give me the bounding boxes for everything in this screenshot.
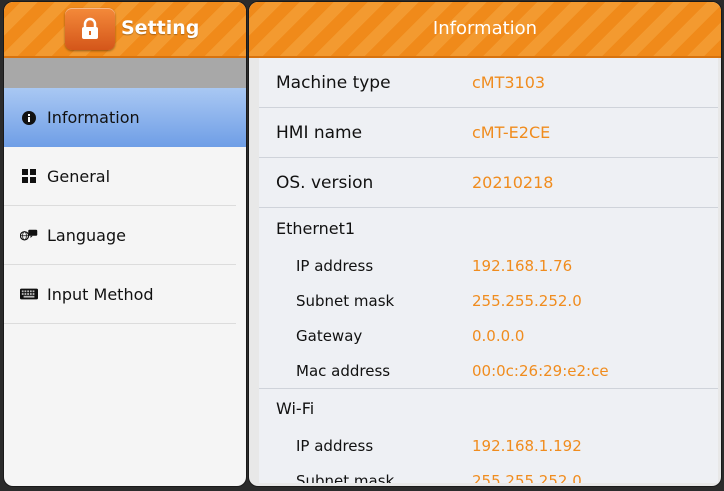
lock-button[interactable]: [65, 8, 115, 50]
info-row-hmi-name: HMI name cMT-E2CE: [259, 108, 718, 158]
sidebar-divider-strip: [4, 58, 246, 88]
sidebar-header: Setting: [4, 2, 246, 58]
info-value: 00:0c:26:29:e2:ce: [472, 361, 609, 380]
info-row-ethernet-gateway: Gateway 0.0.0.0: [259, 318, 718, 353]
info-label: IP address: [296, 436, 374, 455]
settings-sidebar: Setting Information General Language Inp…: [4, 2, 246, 486]
info-value: cMT3103: [472, 73, 546, 92]
info-value: 0.0.0.0: [472, 326, 525, 345]
info-value: cMT-E2CE: [472, 123, 551, 142]
info-row-os-version: OS. version 20210218: [259, 158, 718, 208]
info-value: 192.168.1.76: [472, 256, 573, 275]
sidebar-item-general[interactable]: General: [4, 147, 236, 206]
section-heading: Wi-Fi: [276, 399, 315, 418]
info-row-ethernet-ip: IP address 192.168.1.76: [259, 248, 718, 283]
info-icon: [20, 109, 38, 127]
info-label: Mac address: [296, 361, 391, 380]
globe-chat-icon: [20, 226, 38, 244]
information-list[interactable]: Machine type cMT3103 HMI name cMT-E2CE O…: [259, 58, 718, 483]
info-label: Machine type: [276, 72, 391, 93]
section-heading-wifi: Wi-Fi: [259, 388, 718, 428]
info-value: 20210218: [472, 173, 554, 192]
info-label: OS. version: [276, 172, 374, 193]
info-row-wifi-ip: IP address 192.168.1.192: [259, 428, 718, 463]
lock-icon: [82, 17, 98, 39]
info-label: Gateway: [296, 326, 363, 345]
section-heading-ethernet1: Ethernet1: [259, 208, 718, 248]
info-row-machine-type: Machine type cMT3103: [259, 58, 718, 108]
info-label: Subnet mask: [296, 291, 395, 310]
info-row-ethernet-mac: Mac address 00:0c:26:29:e2:ce: [259, 353, 718, 388]
sidebar-item-information[interactable]: Information: [4, 88, 246, 147]
sidebar-item-label: Input Method: [47, 284, 154, 304]
grid-icon: [20, 167, 38, 185]
sidebar-item-label: Language: [47, 225, 126, 245]
info-value: 255.255.252.0: [472, 471, 582, 484]
info-label: Subnet mask: [296, 471, 395, 484]
info-row-wifi-subnet: Subnet mask 255.255.252.0: [259, 463, 718, 484]
info-value: 255.255.252.0: [472, 291, 582, 310]
sidebar-item-label: Information: [47, 108, 140, 127]
information-header: Information: [249, 2, 721, 58]
info-label: IP address: [296, 256, 374, 275]
section-heading: Ethernet1: [276, 218, 356, 238]
info-row-ethernet-subnet: Subnet mask 255.255.252.0: [259, 283, 718, 318]
sidebar-item-label: General: [47, 166, 111, 186]
keyboard-icon: [20, 285, 38, 303]
info-value: 192.168.1.192: [472, 436, 582, 455]
page-title: Information: [432, 18, 538, 39]
info-label: HMI name: [276, 122, 363, 143]
sidebar-title: Setting: [121, 17, 200, 39]
information-panel: Information Machine type cMT3103 HMI nam…: [249, 2, 721, 486]
sidebar-item-language[interactable]: Language: [4, 206, 236, 265]
sidebar-item-input-method[interactable]: Input Method: [4, 265, 236, 324]
